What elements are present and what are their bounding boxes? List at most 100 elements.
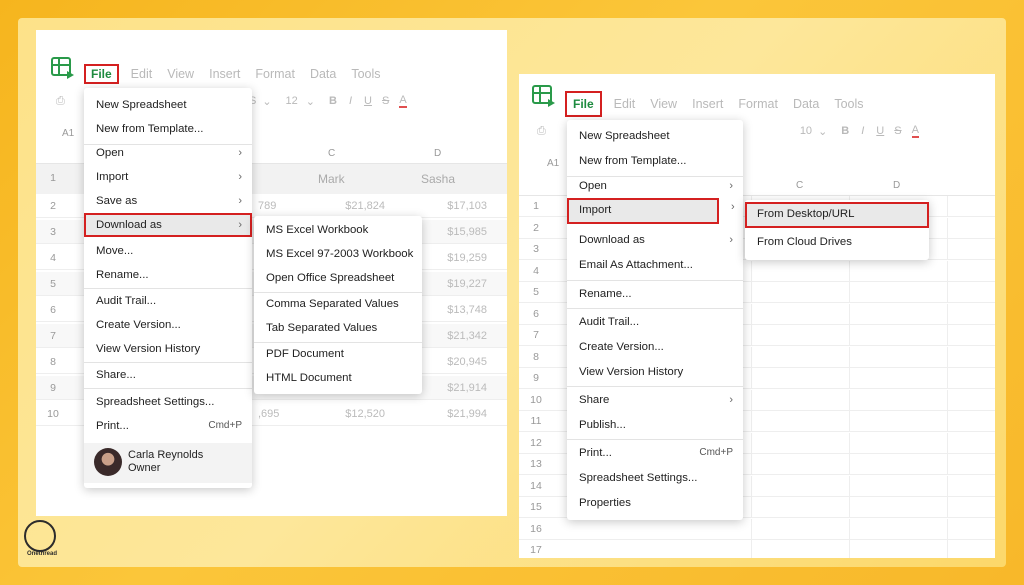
edit-menu[interactable]: Edit — [131, 67, 153, 81]
table-cell[interactable]: $19,259 — [447, 252, 487, 264]
menu-item-audit-trail[interactable]: Audit Trail... — [84, 289, 252, 313]
print-icon[interactable]: ⎙ — [537, 125, 546, 138]
view-menu[interactable]: View — [167, 67, 194, 81]
edit-menu[interactable]: Edit — [614, 97, 636, 111]
download-ms-excel-workbook[interactable]: MS Excel Workbook — [254, 218, 422, 242]
table-cell[interactable]: $21,824 — [345, 200, 385, 212]
menu-item-rename[interactable]: Rename... — [567, 282, 743, 306]
column-header-c[interactable]: C — [328, 148, 335, 159]
tools-menu[interactable]: Tools — [834, 97, 863, 111]
menu-item-new-from-template[interactable]: New from Template... — [84, 117, 252, 141]
data-menu[interactable]: Data — [310, 67, 336, 81]
file-menu-button[interactable]: File — [84, 64, 119, 84]
menu-item-new-spreadsheet[interactable]: New Spreadsheet — [84, 93, 252, 117]
menu-item-publish[interactable]: Publish... — [567, 413, 743, 437]
file-menu-button[interactable]: File — [565, 91, 602, 117]
strikethrough-icon[interactable]: S — [894, 125, 901, 137]
font-color-icon[interactable]: A — [399, 94, 407, 108]
table-cell[interactable]: $15,985 — [447, 226, 487, 238]
menu-item-rename[interactable]: Rename... — [84, 263, 252, 287]
underline-icon[interactable]: U — [876, 125, 884, 137]
download-open-office-spreadsheet[interactable]: Open Office Spreadsheet — [254, 266, 422, 290]
menu-item-import[interactable]: Import — [567, 198, 719, 224]
bold-icon[interactable]: B — [841, 125, 849, 137]
row-number: 13 — [530, 458, 542, 470]
table-cell[interactable]: $21,994 — [447, 408, 487, 420]
italic-icon[interactable]: I — [349, 95, 352, 107]
column-header-d[interactable]: D — [434, 148, 441, 159]
font-size-select[interactable]: 10 — [800, 125, 812, 137]
italic-icon[interactable]: I — [861, 125, 864, 137]
menu-item-new-spreadsheet[interactable]: New Spreadsheet — [567, 124, 743, 148]
download-ms-excel-97-2003[interactable]: MS Excel 97-2003 Workbook — [254, 242, 422, 266]
menu-item-view-version-history[interactable]: View Version History — [567, 360, 743, 384]
insert-menu[interactable]: Insert — [209, 67, 240, 81]
menu-item-audit-trail[interactable]: Audit Trail... — [567, 310, 743, 334]
chevron-right-icon: › — [238, 147, 242, 159]
tools-menu[interactable]: Tools — [351, 67, 380, 81]
grid-line — [947, 368, 948, 389]
table-cell[interactable]: $19,227 — [447, 278, 487, 290]
menu-item-view-version-history[interactable]: View Version History — [84, 337, 252, 361]
font-color-icon[interactable]: A — [911, 124, 919, 138]
column-header-d[interactable]: D — [893, 180, 900, 191]
import-from-desktop-url[interactable]: From Desktop/URL — [745, 202, 929, 228]
import-from-cloud-drives[interactable]: From Cloud Drives — [745, 230, 929, 254]
menu-item-email-as-attachment[interactable]: Email As Attachment... — [567, 253, 743, 277]
user-account-footer[interactable]: Carla Reynolds Owner — [84, 443, 252, 483]
menu-item-open[interactable]: Open › — [567, 174, 743, 198]
format-menu[interactable]: Format — [255, 67, 295, 81]
menu-item-print[interactable]: Print... Cmd+P — [84, 414, 252, 438]
menu-item-spreadsheet-settings[interactable]: Spreadsheet Settings... — [84, 390, 252, 414]
menu-divider — [84, 388, 252, 389]
font-size-select[interactable]: 12 — [286, 95, 298, 107]
menu-item-label: New from Template... — [579, 155, 687, 167]
row-number: 14 — [530, 479, 542, 492]
table-cell[interactable]: 789 — [258, 200, 276, 212]
menu-item-spreadsheet-settings[interactable]: Spreadsheet Settings... — [567, 466, 743, 490]
print-icon[interactable]: ⎙ — [56, 95, 65, 108]
menu-item-new-from-template[interactable]: New from Template... — [567, 149, 743, 173]
insert-menu[interactable]: Insert — [692, 97, 723, 111]
header-cell-mark[interactable]: Mark — [318, 172, 345, 186]
column-header-c[interactable]: C — [796, 180, 803, 191]
menu-item-label: New Spreadsheet — [96, 99, 187, 111]
format-menu[interactable]: Format — [738, 97, 778, 111]
table-cell[interactable]: $12,520 — [345, 408, 385, 420]
menu-item-properties[interactable]: Properties — [567, 491, 743, 515]
table-cell[interactable]: $21,342 — [447, 330, 487, 342]
header-cell-sasha[interactable]: Sasha — [421, 172, 455, 186]
grid-line — [947, 196, 948, 217]
table-cell[interactable]: $13,748 — [447, 304, 487, 316]
chevron-right-icon: › — [238, 195, 242, 207]
data-menu[interactable]: Data — [793, 97, 819, 111]
menu-item-share[interactable]: Share... — [84, 363, 252, 387]
menu-item-label: View Version History — [96, 343, 201, 355]
download-pdf-document[interactable]: PDF Document — [254, 342, 422, 366]
download-tab-separated-values[interactable]: Tab Separated Values — [254, 316, 422, 340]
menu-item-download-as[interactable]: Download as › — [567, 228, 743, 252]
download-html-document[interactable]: HTML Document — [254, 366, 422, 390]
menu-item-save-as[interactable]: Save as › — [84, 189, 252, 213]
menu-item-download-as[interactable]: Download as › — [84, 213, 252, 237]
table-cell[interactable]: $21,914 — [447, 382, 487, 394]
strikethrough-icon[interactable]: S — [382, 95, 389, 107]
menu-item-import[interactable]: Import › — [84, 165, 252, 189]
menu-item-create-version[interactable]: Create Version... — [84, 313, 252, 337]
table-cell[interactable]: $17,103 — [447, 200, 487, 212]
row-number: 10 — [530, 393, 542, 406]
bold-icon[interactable]: B — [329, 95, 337, 107]
menu-item-print[interactable]: Print... Cmd+P — [567, 441, 743, 465]
menu-item-open[interactable]: Open › — [84, 141, 252, 165]
watermark-circle-icon — [24, 520, 56, 552]
table-cell[interactable]: ,695 — [258, 408, 279, 420]
table-cell[interactable]: $20,945 — [447, 356, 487, 368]
menu-item-move[interactable]: Move... — [84, 239, 252, 263]
menu-item-create-version[interactable]: Create Version... — [567, 335, 743, 359]
menu-item-share[interactable]: Share › — [567, 388, 743, 412]
menu-item-label: HTML Document — [266, 372, 352, 384]
download-comma-separated-values[interactable]: Comma Separated Values — [254, 292, 422, 316]
view-menu[interactable]: View — [650, 97, 677, 111]
avatar — [94, 448, 122, 476]
underline-icon[interactable]: U — [364, 95, 372, 107]
